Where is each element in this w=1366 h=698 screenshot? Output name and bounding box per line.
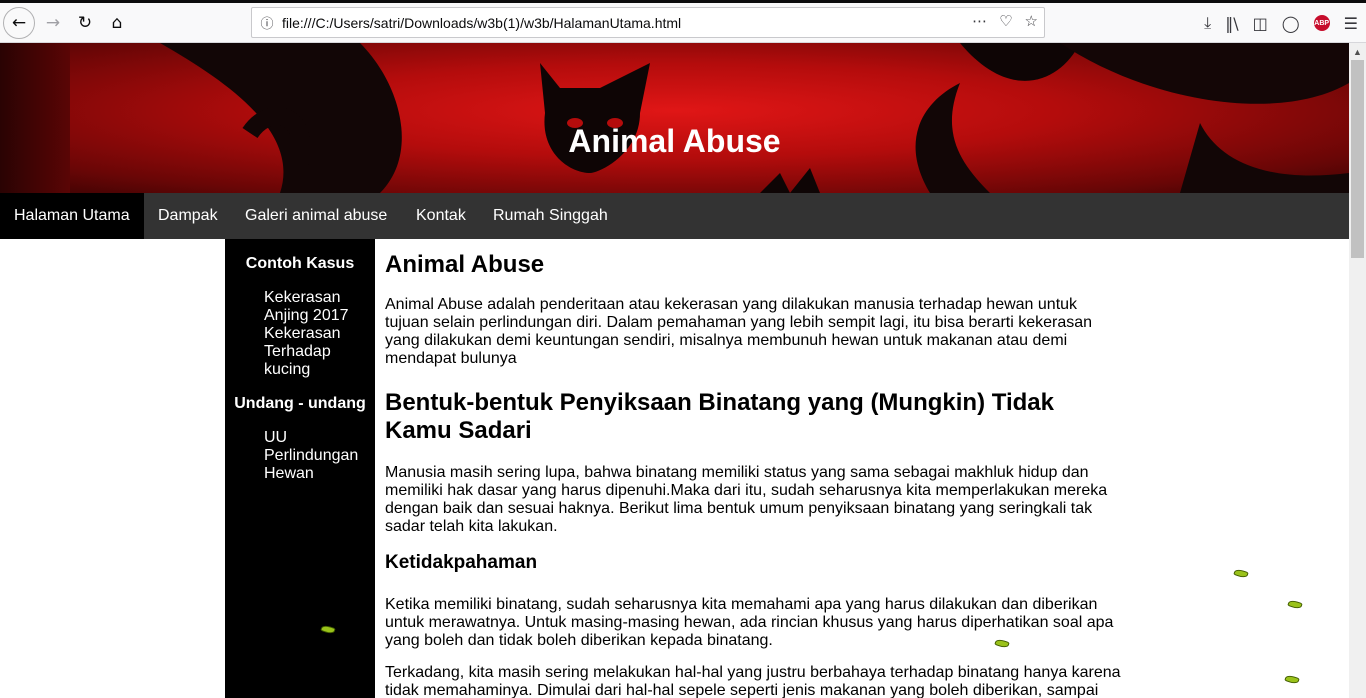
content-paragraph-3: Ketika memiliki binatang, sudah seharusn… — [385, 596, 1114, 649]
header-banner: Animal Abuse — [0, 43, 1349, 193]
nav-item-galeri[interactable]: Galeri animal abuse — [231, 193, 401, 239]
sidebar-heading-contoh-kasus: Contoh Kasus — [245, 255, 355, 272]
reload-icon[interactable]: ↻ — [69, 7, 101, 39]
nav-item-dampak[interactable]: Dampak — [144, 193, 232, 239]
content-heading-ketidakpahaman: Ketidakpahaman — [385, 552, 538, 573]
sidebar-link-uu-perlindungan[interactable]: UU Perlindungan Hewan — [264, 429, 372, 483]
page-viewport: Animal Abuse Halaman Utama Dampak Galeri… — [0, 43, 1349, 698]
sidebar-link-kekerasan-kucing[interactable]: Kekerasan Terhadap kucing — [264, 325, 372, 379]
content-heading-bentuk: Bentuk-bentuk Penyiksaan Binatang yang (… — [385, 389, 1054, 444]
content-paragraph-4: Terkadang, kita masih sering melakukan h… — [385, 664, 1121, 698]
back-icon[interactable]: ← — [3, 7, 35, 39]
sidebar-icon[interactable]: ◫ — [1253, 14, 1268, 33]
top-navbar: Halaman Utama Dampak Galeri animal abuse… — [0, 193, 1349, 239]
scroll-up-arrow-icon[interactable]: ▲ — [1349, 43, 1366, 60]
pocket-icon[interactable]: ♡ — [999, 12, 1012, 30]
sidebar-list-undang-undang: UU Perlindungan Hewan — [264, 429, 372, 483]
home-icon[interactable]: ⌂ — [101, 7, 133, 39]
sidebar-heading-undang-undang: Undang - undang — [234, 395, 366, 412]
menu-icon[interactable]: ☰ — [1344, 14, 1358, 33]
nav-item-kontak[interactable]: Kontak — [402, 193, 480, 239]
page-title: Animal Abuse — [568, 123, 781, 159]
header-cat-silhouettes — [160, 43, 1349, 193]
nav-item-rumah-singgah[interactable]: Rumah Singgah — [479, 193, 622, 239]
url-text[interactable]: file:///C:/Users/satri/Downloads/w3b(1)/… — [282, 15, 681, 31]
info-icon[interactable]: ⓘ — [258, 13, 276, 32]
adblock-icon[interactable]: ABP — [1313, 15, 1330, 31]
sidebar: Contoh Kasus Kekerasan Anjing 2017 Keker… — [225, 239, 375, 698]
browser-toolbar: ← → ↻ ⌂ ⓘ file:///C:/Users/satri/Downloa… — [0, 3, 1366, 43]
account-icon[interactable]: ◯ — [1282, 14, 1300, 33]
leaf-decoration — [1284, 674, 1300, 685]
nav-item-halaman-utama[interactable]: Halaman Utama — [0, 193, 144, 239]
forward-icon[interactable]: → — [37, 7, 69, 39]
leaf-decoration — [1287, 599, 1303, 610]
library-icon[interactable]: ‖\ — [1225, 14, 1238, 33]
download-icon[interactable]: ⤓ — [1204, 13, 1211, 33]
sidebar-list-contoh-kasus: Kekerasan Anjing 2017 Kekerasan Terhadap… — [264, 289, 372, 379]
more-icon[interactable]: ⋯ — [972, 12, 987, 30]
leaf-decoration — [1233, 568, 1249, 579]
content-heading-main: Animal Abuse — [385, 251, 545, 278]
scroll-thumb[interactable] — [1351, 60, 1364, 258]
page-scrollbar[interactable]: ▲ — [1349, 43, 1366, 698]
url-bar[interactable]: ⓘ file:///C:/Users/satri/Downloads/w3b(1… — [251, 7, 1045, 38]
bookmark-star-icon[interactable]: ☆ — [1025, 12, 1038, 30]
sidebar-link-kekerasan-anjing[interactable]: Kekerasan Anjing 2017 — [264, 289, 372, 325]
content-paragraph-1: Animal Abuse adalah penderitaan atau kek… — [385, 296, 1093, 367]
content-paragraph-2: Manusia masih sering lupa, bahwa binatan… — [385, 464, 1108, 535]
